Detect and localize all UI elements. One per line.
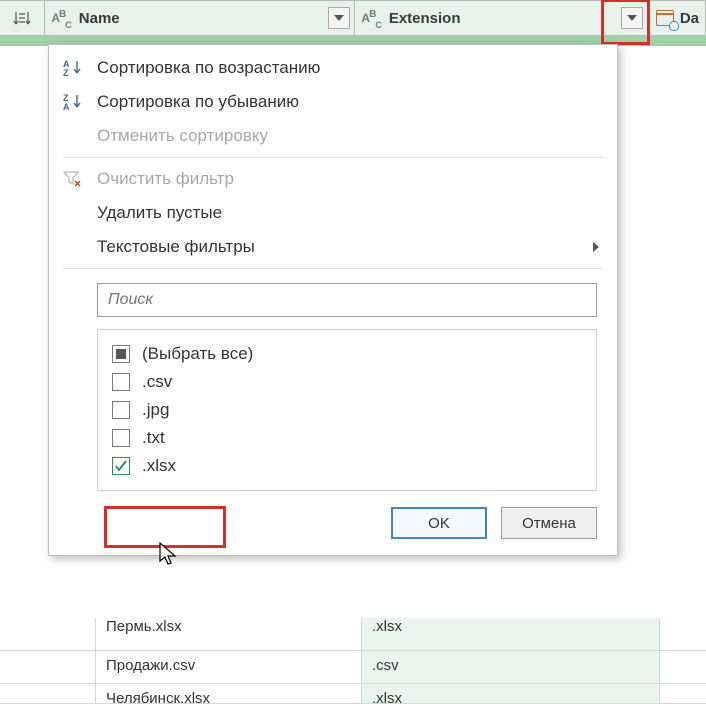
data-rows: Пермь.xlsx .xlsx Продажи.csv .csv Челяби… <box>0 618 706 704</box>
svg-text:Z: Z <box>63 68 69 77</box>
table-grid: ABC Name ABC Extension Da <box>0 0 706 46</box>
checkbox-icon <box>112 373 130 391</box>
column-date-label: Da <box>680 10 699 27</box>
ok-button[interactable]: OK <box>391 507 487 539</box>
menu-sort-descending[interactable]: Z A Сортировка по убыванию <box>49 85 617 119</box>
menu-separator <box>63 157 603 158</box>
column-header-date[interactable]: Da <box>648 1 706 35</box>
column-header-row: ABC Name ABC Extension Da <box>0 0 706 36</box>
name-filter-dropdown-button[interactable] <box>328 7 350 29</box>
filter-value-jpg[interactable]: .jpg <box>110 396 584 424</box>
svg-text:A: A <box>63 102 70 111</box>
clear-filter-icon <box>63 171 97 187</box>
cell-extension: .xlsx <box>362 618 660 650</box>
menu-label: Сортировка по возрастанию <box>97 58 599 78</box>
cell-extension: .xlsx <box>362 684 660 703</box>
column-filter-menu: A Z Сортировка по возрастанию Z A Сортир… <box>48 44 618 556</box>
menu-remove-empty[interactable]: Удалить пустые <box>49 196 617 230</box>
button-label: OK <box>428 515 450 532</box>
menu-label: Текстовые фильтры <box>97 237 593 257</box>
cell-extension: .csv <box>362 651 660 683</box>
sort-desc-icon: Z A <box>63 93 97 111</box>
menu-label: Удалить пустые <box>97 203 599 223</box>
checkbox-checked-icon <box>112 457 130 475</box>
filter-value-label: .jpg <box>142 400 169 420</box>
extension-filter-dropdown-button[interactable] <box>621 7 643 29</box>
datetime-type-icon <box>654 8 676 28</box>
menu-label: Очистить фильтр <box>97 169 599 189</box>
expand-column-header[interactable] <box>0 1 45 35</box>
filter-value-label: (Выбрать все) <box>142 344 253 364</box>
column-extension-label: Extension <box>389 10 461 27</box>
filter-value-label: .xlsx <box>142 456 176 476</box>
chevron-down-icon <box>627 15 637 21</box>
filter-value-label: .txt <box>142 428 165 448</box>
cell-name: Пермь.xlsx <box>96 618 362 650</box>
table-row[interactable]: Продажи.csv .csv <box>0 651 706 684</box>
button-label: Отмена <box>522 515 576 532</box>
checkbox-icon <box>112 429 130 447</box>
filter-values-list: (Выбрать все) .csv .jpg .txt .xlsx <box>97 329 597 491</box>
text-type-icon: ABC <box>361 9 380 27</box>
table-row[interactable]: Челябинск.xlsx .xlsx <box>0 684 706 704</box>
filter-select-all[interactable]: (Выбрать все) <box>110 340 584 368</box>
menu-clear-sort: Отменить сортировку <box>49 119 617 153</box>
column-header-name[interactable]: ABC Name <box>45 1 355 35</box>
sort-asc-icon: A Z <box>63 59 97 77</box>
dialog-button-row: OK Отмена <box>49 503 617 543</box>
column-header-extension[interactable]: ABC Extension <box>355 1 647 35</box>
table-row[interactable]: Пермь.xlsx .xlsx <box>0 618 706 651</box>
cell-name: Челябинск.xlsx <box>96 684 362 703</box>
column-name-label: Name <box>79 10 120 27</box>
filter-value-xlsx[interactable]: .xlsx <box>110 452 584 480</box>
checkbox-icon <box>112 401 130 419</box>
filter-value-csv[interactable]: .csv <box>110 368 584 396</box>
expand-icon <box>13 10 31 26</box>
filter-value-label: .csv <box>142 372 172 392</box>
checkbox-indeterminate-icon <box>112 345 130 363</box>
menu-label: Сортировка по убыванию <box>97 92 599 112</box>
cancel-button[interactable]: Отмена <box>501 507 597 539</box>
cell-name: Продажи.csv <box>96 651 362 683</box>
submenu-arrow-icon <box>593 242 599 252</box>
menu-clear-filter: Очистить фильтр <box>49 162 617 196</box>
menu-separator <box>63 268 603 269</box>
filter-value-txt[interactable]: .txt <box>110 424 584 452</box>
menu-text-filters[interactable]: Текстовые фильтры <box>49 230 617 264</box>
chevron-down-icon <box>334 15 344 21</box>
text-type-icon: ABC <box>51 9 70 27</box>
filter-search-input[interactable] <box>97 283 597 317</box>
menu-sort-ascending[interactable]: A Z Сортировка по возрастанию <box>49 51 617 85</box>
menu-label: Отменить сортировку <box>97 126 599 146</box>
